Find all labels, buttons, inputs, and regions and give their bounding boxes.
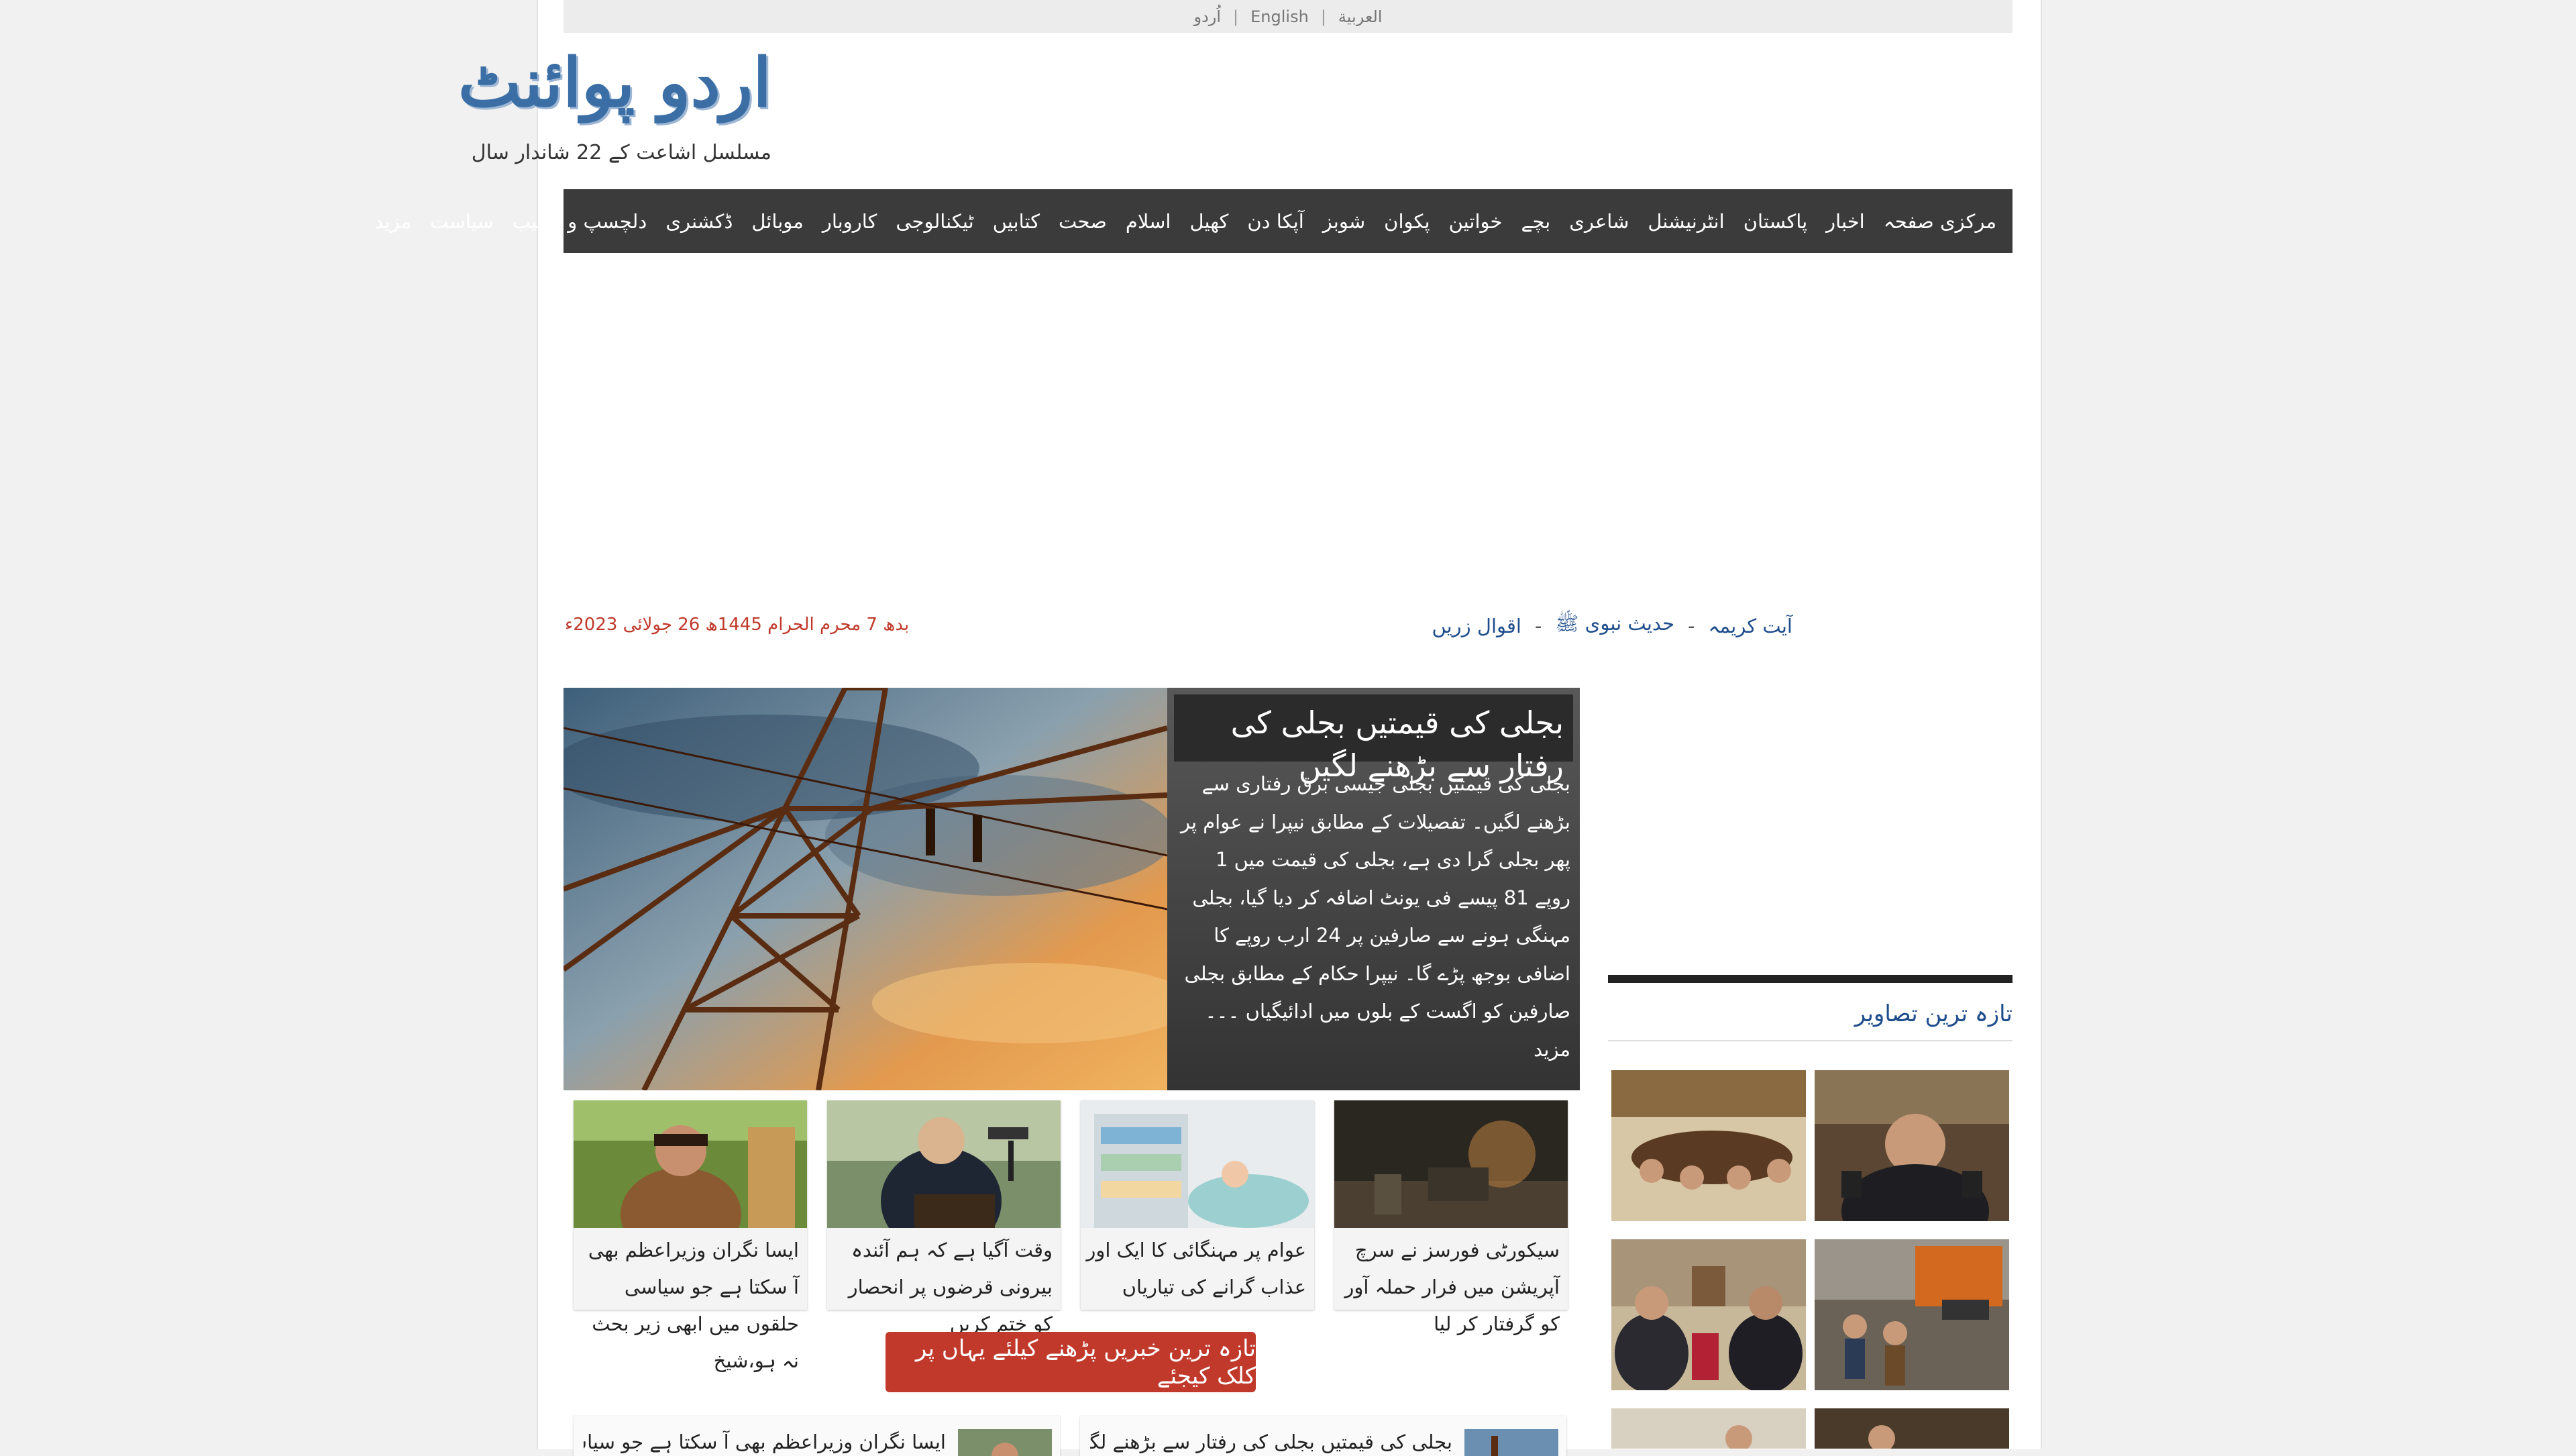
- nav-item-showbiz[interactable]: شوبز: [1323, 210, 1365, 233]
- nav-item-mobile[interactable]: موبائل: [751, 210, 803, 233]
- nav-item-books[interactable]: کتابیں: [993, 210, 1040, 233]
- hero-title[interactable]: بجلی کی قیمتیں بجلی کی رفتار سے بڑھنے لگ…: [1174, 694, 1573, 784]
- nav-item-politics[interactable]: سیاست: [430, 210, 494, 233]
- bottom-news-card[interactable]: ایسا نگران وزیراعظم بھی آ سکتا ہے جو سیا…: [574, 1416, 1060, 1456]
- language-bar: اُردو | English | العربية: [564, 0, 2012, 33]
- nav-item-women[interactable]: خواتین: [1449, 210, 1503, 233]
- site-logo[interactable]: اردو پوائنٹ مسلسل اشاعت کے 22 شاندار سال: [458, 42, 771, 176]
- nav-item-dictionary[interactable]: ڈکشنری: [665, 210, 733, 233]
- nav-item-recipes[interactable]: پکوان: [1384, 210, 1430, 233]
- main-nav: مرکزی صفحہ اخبار پاکستان انٹرنیشنل شاعری…: [374, 189, 2012, 253]
- lang-separator: |: [1233, 7, 1239, 26]
- gallery-photo[interactable]: [1611, 1408, 1806, 1449]
- news-card-caption[interactable]: وقت آگیا ہے کہ ہم آئندہ بیرونی قرضوں پر …: [831, 1232, 1053, 1343]
- news-card-caption[interactable]: عوام پر مہنگائی کا ایک اور عذاب گرانے کی…: [1085, 1232, 1306, 1306]
- subnav-separator: -: [1688, 615, 1695, 637]
- nav-item-technology[interactable]: ٹیکنالوجی: [896, 210, 973, 233]
- sidebar-divider: [1608, 975, 2012, 983]
- gallery-photo[interactable]: [1611, 1239, 1806, 1390]
- news-card-image[interactable]: [1334, 1100, 1568, 1228]
- bottom-news-card-image[interactable]: [958, 1429, 1052, 1456]
- news-card[interactable]: عوام پر مہنگائی کا ایک اور عذاب گرانے کی…: [1081, 1100, 1314, 1310]
- quotes-link[interactable]: اقوال زریں: [1432, 615, 1521, 637]
- logo-wordmark: اردو پوائنٹ: [458, 43, 771, 122]
- latest-photos-heading[interactable]: تازہ ترین تصاویر: [1608, 986, 2012, 1041]
- news-card-image[interactable]: [827, 1100, 1061, 1228]
- nav-item-pakistan[interactable]: پاکستان: [1743, 210, 1807, 233]
- current-date: بدھ 7 محرم الحرام 1445ھ 26 جولائی 2023ء: [565, 615, 910, 635]
- news-card-image[interactable]: [574, 1100, 807, 1228]
- religious-links: آیت کریمہ - حدیث نبوی ﷺ - اقوال زریں: [1309, 609, 1792, 643]
- nav-item-business[interactable]: کاروبار: [822, 210, 877, 233]
- nav-item-more[interactable]: مزید: [374, 210, 411, 233]
- nav-item-poetry[interactable]: شاعری: [1569, 210, 1629, 233]
- nav-item-newspaper[interactable]: اخبار: [1826, 210, 1865, 233]
- ayat-link[interactable]: آیت کریمہ: [1709, 615, 1792, 637]
- nav-item-health[interactable]: صحت: [1059, 210, 1107, 233]
- hero-text-panel: بجلی کی قیمتیں بجلی کی رفتار سے بڑھنے لگ…: [1167, 688, 1580, 1090]
- hero-summary: بجلی کی قیمتیں بجلی جیسی برق رفتاری سے ب…: [1175, 765, 1570, 1068]
- gallery-photo[interactable]: [1815, 1239, 2009, 1390]
- news-card-caption[interactable]: ایسا نگران وزیراعظم بھی آ سکتا ہے جو سیا…: [578, 1232, 799, 1380]
- nav-item-sports[interactable]: کھیل: [1189, 210, 1228, 233]
- gallery-photo[interactable]: [1815, 1408, 2009, 1449]
- page-container: اُردو | English | العربية اردو پوائنٹ مس…: [374, 0, 2042, 1456]
- bottom-news-card-title[interactable]: ایسا نگران وزیراعظم بھی آ سکتا ہے جو سیا…: [584, 1431, 946, 1453]
- news-card-image[interactable]: [1081, 1100, 1314, 1228]
- gallery-photo[interactable]: [1815, 1070, 2009, 1221]
- hero-story[interactable]: بجلی کی قیمتیں بجلی کی رفتار سے بڑھنے لگ…: [564, 688, 1580, 1090]
- news-card[interactable]: سیکورٹی فورسز نے سرچ آپریشن میں فرار حمل…: [1334, 1100, 1568, 1335]
- logo-tagline: مسلسل اشاعت کے 22 شاندار سال: [471, 141, 771, 164]
- hadith-link[interactable]: حدیث نبوی ﷺ: [1555, 612, 1674, 640]
- lang-english-link[interactable]: English: [1250, 7, 1309, 26]
- subnav-separator: -: [1534, 615, 1542, 637]
- nav-item-international[interactable]: انٹرنیشنل: [1648, 210, 1724, 233]
- hero-image[interactable]: [564, 688, 1167, 1090]
- bottom-news-card-image[interactable]: [1464, 1429, 1558, 1456]
- gallery-photo[interactable]: [1611, 1070, 1806, 1221]
- lang-arabic-link[interactable]: العربية: [1338, 7, 1383, 26]
- more-news-button[interactable]: تازہ ترین خبریں پڑھنے کیلئے یہاں پر کلک …: [885, 1332, 1256, 1392]
- nav-item-your-day[interactable]: آپکا دن: [1247, 210, 1303, 233]
- lang-urdu-link[interactable]: اُردو: [1194, 7, 1222, 26]
- news-card-caption[interactable]: سیکورٹی فورسز نے سرچ آپریشن میں فرار حمل…: [1338, 1232, 1560, 1343]
- hero-more-link[interactable]: مزید: [1534, 1038, 1570, 1061]
- bottom-news-card-title[interactable]: بجلی کی قیمتیں بجلی کی رفتار سے بڑھنے لگ…: [1090, 1431, 1452, 1453]
- nav-item-home[interactable]: مرکزی صفحہ: [1884, 210, 1996, 233]
- hero-summary-text: بجلی کی قیمتیں بجلی جیسی برق رفتاری سے ب…: [1180, 772, 1570, 1023]
- nav-item-interesting[interactable]: دلچسپ و عجیب: [513, 210, 647, 233]
- nav-item-islam[interactable]: اسلام: [1126, 210, 1171, 233]
- news-card[interactable]: ایسا نگران وزیراعظم بھی آ سکتا ہے جو سیا…: [574, 1100, 807, 1372]
- lang-separator: |: [1320, 7, 1326, 26]
- news-card[interactable]: وقت آگیا ہے کہ ہم آئندہ بیرونی قرضوں پر …: [827, 1100, 1061, 1335]
- bottom-news-card[interactable]: بجلی کی قیمتیں بجلی کی رفتار سے بڑھنے لگ…: [1080, 1416, 1566, 1456]
- nav-item-kids[interactable]: بچے: [1521, 210, 1550, 233]
